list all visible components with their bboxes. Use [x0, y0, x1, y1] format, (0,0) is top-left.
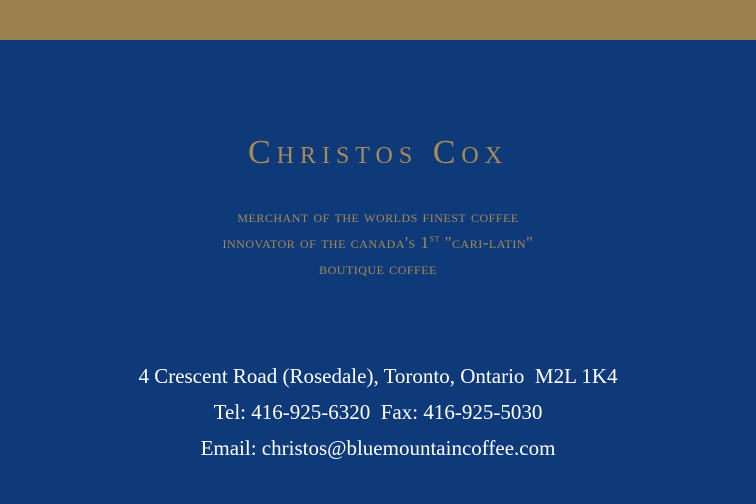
business-card: Christos Cox MERCHANT OF THE WORLDS FINE…: [0, 40, 756, 504]
ordinal-suffix: ST: [429, 232, 440, 245]
taglines: MERCHANT OF THE WORLDS FINEST COFFEE INN…: [0, 204, 756, 282]
tagline-innovator-quote: "CARI-LATIN": [439, 233, 534, 252]
contact-info: 4 Crescent Road (Rosedale), Toronto, Ont…: [0, 358, 756, 466]
tagline-innovator-text: INNOVATOR OF THE CANADA'S 1: [222, 233, 430, 252]
email-line: Email: christos@bluemountaincoffee.com: [200, 436, 556, 460]
top-gold-band: [0, 0, 756, 40]
person-name: Christos Cox: [247, 134, 509, 171]
phone-fax-line: Tel: 416-925-6320 Fax: 416-925-5030: [213, 400, 543, 424]
tagline-boutique: BOUTIQUE COFFEE: [319, 259, 437, 278]
address-line: 4 Crescent Road (Rosedale), Toronto, Ont…: [138, 364, 618, 388]
tagline-merchant: MERCHANT OF THE WORLDS FINEST COFFEE: [237, 207, 519, 226]
tagline-innovator: INNOVATOR OF THE CANADA'S 1ST "CARI-LATI…: [0, 230, 756, 256]
